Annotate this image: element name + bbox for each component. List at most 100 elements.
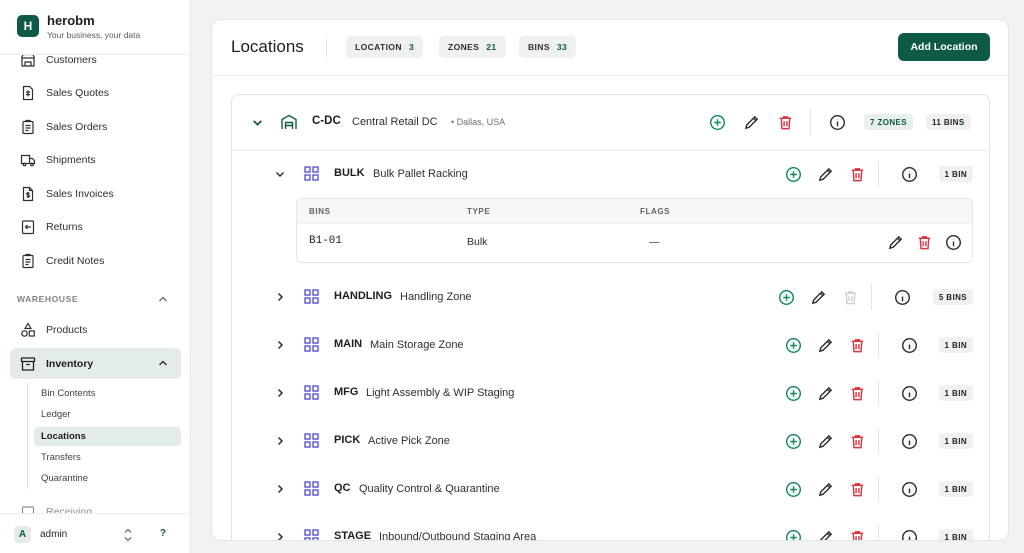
zone-grid-icon	[304, 433, 319, 448]
sidebar-item-sales-quotes[interactable]: Sales Quotes	[10, 78, 181, 108]
info-icon[interactable]	[900, 165, 918, 183]
sidebar-item-products[interactable]: Products	[10, 315, 181, 345]
sidebar-subitem-ledger[interactable]: Ledger	[34, 405, 181, 424]
sidebar-item-label: Returns	[46, 221, 83, 233]
chevron-right-icon[interactable]	[274, 483, 286, 495]
sidebar-item-label: Credit Notes	[46, 255, 105, 267]
add-bin-icon[interactable]	[784, 384, 802, 402]
chevron-right-icon[interactable]	[274, 387, 286, 399]
add-bin-icon[interactable]	[777, 288, 795, 306]
chevron-right-icon[interactable]	[274, 291, 286, 303]
help-button[interactable]: ?	[160, 528, 166, 539]
info-icon[interactable]	[900, 528, 918, 540]
edit-icon[interactable]	[816, 480, 834, 498]
edit-icon[interactable]	[742, 113, 760, 131]
column-header-bins: BINS	[309, 207, 331, 216]
invoice-icon	[19, 185, 37, 203]
sidebar-item-inventory[interactable]: Inventory	[10, 348, 181, 379]
sidebar-item-shipments[interactable]: Shipments	[10, 145, 181, 175]
chevron-down-icon[interactable]	[274, 168, 286, 180]
delete-icon[interactable]	[776, 113, 794, 131]
delete-icon[interactable]	[848, 384, 866, 402]
zone-bins-badge: 5 BINS	[932, 289, 973, 305]
chevron-down-icon[interactable]	[251, 116, 264, 129]
chevron-right-icon[interactable]	[274, 339, 286, 351]
zone-grid-icon	[304, 289, 319, 304]
add-location-button[interactable]: Add Location	[898, 33, 990, 61]
info-icon[interactable]	[944, 233, 962, 251]
sidebar-subitem-transfers[interactable]: Transfers	[34, 448, 181, 467]
zone-row[interactable]: BULK Bulk Pallet Racking 1 BIN	[232, 150, 989, 198]
zone-row[interactable]: MAIN Main Storage Zone 1 BIN	[232, 321, 989, 369]
delete-icon[interactable]	[848, 528, 866, 540]
info-icon[interactable]	[900, 480, 918, 498]
bin-code: B1-01	[309, 235, 343, 247]
stat-label: LOCATION	[355, 42, 402, 52]
info-icon[interactable]	[893, 288, 911, 306]
bin-flags: —	[649, 236, 660, 248]
stat-pill-bins: BINS 33	[519, 36, 577, 58]
sidebar-item-sales-orders[interactable]: Sales Orders	[10, 112, 181, 142]
delete-icon[interactable]	[848, 480, 866, 498]
info-icon[interactable]	[900, 432, 918, 450]
info-icon[interactable]	[900, 336, 918, 354]
sidebar-item-returns[interactable]: Returns	[10, 212, 181, 242]
add-bin-icon[interactable]	[784, 480, 802, 498]
chevron-right-icon[interactable]	[274, 435, 286, 447]
archive-icon	[19, 355, 37, 373]
column-header-type: TYPE	[467, 207, 491, 216]
sidebar-item-label: Sales Orders	[46, 121, 108, 133]
add-zone-icon[interactable]	[708, 113, 726, 131]
sidebar-item-label: Customers	[46, 54, 97, 66]
zone-name: Main Storage Zone	[370, 339, 464, 351]
edit-icon[interactable]	[886, 233, 904, 251]
sidebar-item-sales-invoices[interactable]: Sales Invoices	[10, 179, 181, 209]
zone-row[interactable]: QC Quality Control & Quarantine 1 BIN	[232, 465, 989, 513]
chevron-up-icon[interactable]	[157, 293, 169, 305]
info-icon[interactable]	[900, 384, 918, 402]
sidebar-item-credit-notes[interactable]: Credit Notes	[10, 246, 181, 276]
edit-icon[interactable]	[816, 384, 834, 402]
add-bin-icon[interactable]	[784, 336, 802, 354]
chevron-up-down-icon[interactable]	[122, 526, 134, 544]
sidebar-subitem-locations[interactable]: Locations	[34, 427, 181, 446]
zone-code: PICK	[334, 434, 361, 446]
delete-icon	[841, 288, 859, 306]
edit-icon[interactable]	[816, 165, 834, 183]
stat-pill-zones: ZONES 21	[439, 36, 506, 58]
delete-icon[interactable]	[848, 165, 866, 183]
edit-icon[interactable]	[809, 288, 827, 306]
zone-code: BULK	[334, 167, 365, 179]
add-bin-icon[interactable]	[784, 165, 802, 183]
zone-row[interactable]: PICK Active Pick Zone 1 BIN	[232, 417, 989, 465]
page-header: Locations LOCATION 3 ZONES 21 BINS 33 Ad…	[212, 20, 1008, 76]
delete-icon[interactable]	[848, 336, 866, 354]
credit-note-icon	[19, 252, 37, 270]
zone-bins-badge: 1 BIN	[938, 385, 973, 401]
avatar[interactable]: A	[14, 526, 31, 543]
zone-code: HANDLING	[334, 290, 393, 302]
zone-row[interactable]: MFG Light Assembly & WIP Staging 1 BIN	[232, 369, 989, 417]
chevron-up-icon[interactable]	[157, 357, 169, 369]
add-bin-icon[interactable]	[784, 432, 802, 450]
chevron-right-icon[interactable]	[274, 531, 286, 541]
location-row[interactable]: C-DC Central Retail DC • Dallas, USA 7 Z…	[232, 95, 989, 151]
zone-row[interactable]: STAGE Inbound/Outbound Staging Area 1 BIN	[232, 513, 989, 541]
zone-row[interactable]: HANDLING Handling Zone 5 BINS	[232, 273, 989, 321]
divider	[878, 428, 879, 454]
edit-icon[interactable]	[816, 336, 834, 354]
delete-icon[interactable]	[915, 233, 933, 251]
info-icon[interactable]	[828, 113, 846, 131]
divider	[878, 332, 879, 358]
zone-code: QC	[334, 482, 351, 494]
zone-grid-icon	[304, 481, 319, 496]
edit-icon[interactable]	[816, 528, 834, 540]
user-name[interactable]: admin	[40, 529, 67, 540]
delete-icon[interactable]	[848, 432, 866, 450]
add-bin-icon[interactable]	[784, 528, 802, 540]
sidebar-subitem-bin-contents[interactable]: Bin Contents	[34, 384, 181, 403]
sidebar-subitem-quarantine[interactable]: Quarantine	[34, 469, 181, 488]
brand-logo[interactable]: H	[17, 15, 39, 37]
edit-icon[interactable]	[816, 432, 834, 450]
zone-name: Inbound/Outbound Staging Area	[379, 531, 537, 541]
